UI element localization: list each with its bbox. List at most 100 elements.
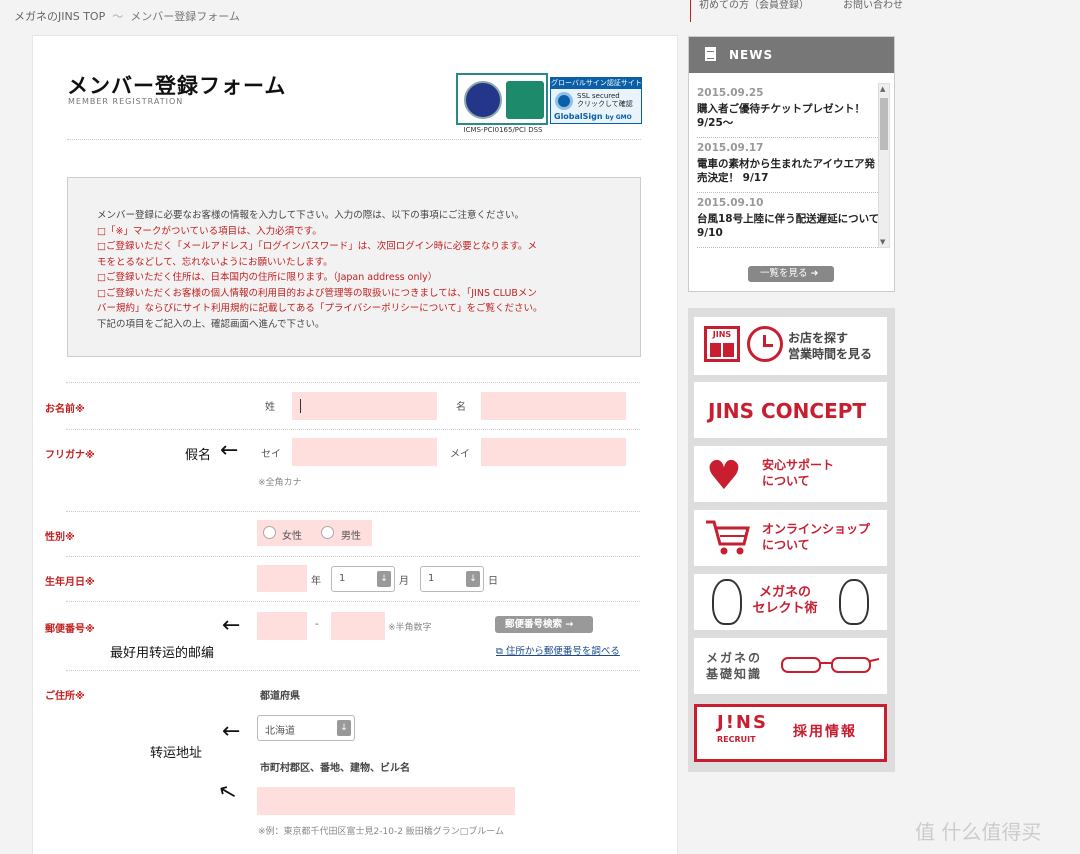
face-icon: [839, 579, 869, 625]
glasses-icon: [781, 657, 880, 673]
globalsign-text: SSL secured クリックして確認: [577, 92, 633, 108]
face-icon: [712, 579, 742, 625]
zip-note: ※半角数字: [388, 623, 432, 633]
sei-kana-label: セイ: [261, 449, 281, 460]
divider: [66, 556, 640, 557]
news-item[interactable]: 2015.09.10 台風18号上陸に伴う配送遅延について 9/10: [697, 193, 882, 248]
arrow-right-circle-icon: ➜: [810, 268, 819, 279]
zip-second-input[interactable]: [331, 612, 385, 640]
news-date: 2015.09.25: [697, 87, 764, 99]
kana-note: ※全角カナ: [258, 478, 302, 488]
kana-label: フリガナ※: [45, 450, 95, 461]
notice-line: □ご登録いただく「メールアドレス」「ログインパスワード」は、次回ログイン時に必要…: [97, 241, 537, 252]
globalsign-band: グローバルサイン認証サイト: [551, 78, 641, 89]
birthdate-label: 生年月日※: [45, 577, 95, 588]
page-subtitle: MEMBER REGISTRATION: [68, 97, 184, 106]
zip-first-input[interactable]: [257, 612, 307, 640]
male-radio[interactable]: [321, 526, 334, 539]
page-title: メンバー登録フォーム: [67, 74, 287, 98]
address-example: ※例：東京都千代田区富士見2-10-2 飯田橋グラン□ブルーム: [258, 827, 505, 837]
prefecture-select[interactable]: 北海道 ↓: [257, 715, 355, 741]
banner-column: JINS お店を探す 営業時間を見る JINS CONCEPT ♥ 安心サポートに…: [688, 308, 895, 772]
news-text: 台風18号上陸に伴う配送遅延について 9/10: [697, 213, 880, 239]
chevron-down-icon: ↓: [466, 571, 480, 587]
last-name-input[interactable]: [292, 392, 437, 420]
recruit-banner[interactable]: J!NS RECRUIT 採用情報: [694, 704, 887, 762]
globalsign-eye-icon: [555, 92, 573, 110]
news-date: 2015.09.10: [697, 197, 764, 209]
online-shop-text: オンラインショップ について: [762, 522, 871, 552]
first-time-link[interactable]: 初めての方（会員登録）: [699, 0, 809, 11]
month-label: 月: [399, 576, 409, 587]
select-tips-banner[interactable]: メガネの セレクト術: [694, 574, 887, 630]
jins-logo-icon: JINS: [704, 326, 740, 362]
day-label: 日: [488, 576, 498, 587]
jins-concept-banner[interactable]: JINS CONCEPT: [694, 382, 887, 438]
scroll-thumb[interactable]: [880, 98, 888, 150]
online-shop-banner[interactable]: オンラインショップ について: [694, 510, 887, 566]
birth-day-select[interactable]: 1 ↓: [420, 566, 484, 592]
divider: [66, 382, 640, 383]
store-finder-banner[interactable]: JINS お店を探す 営業時間を見る: [694, 317, 887, 375]
notice-line: □「※」マークがついている項目は、入力必須です。: [97, 225, 322, 237]
breadcrumb: メガネのJINS TOP 〜メンバー登録フォーム: [14, 8, 240, 24]
notice-line: □ご登録いただくお客様の個人情報の利用目的および管理等の取扱いにつきましては、「…: [97, 287, 537, 299]
sei-label: 姓: [265, 402, 275, 413]
scroll-down-icon[interactable]: ▼: [880, 238, 885, 246]
notice-line: バー規約」ならびにサイト利用規約に記載してある「プライバシーポリシーについて」を…: [97, 303, 543, 314]
support-banner[interactable]: ♥ 安心サポート について: [694, 446, 887, 502]
year-label: 年: [311, 576, 321, 587]
heart-icon: ♥: [706, 453, 742, 499]
birth-year-input[interactable]: [257, 565, 307, 592]
basics-banner[interactable]: メガネの 基礎知識: [694, 638, 887, 694]
news-scrollbar[interactable]: ▲ ▼: [878, 83, 890, 248]
globalsign-seal[interactable]: グローバルサイン認証サイト SSL secured クリックして確認 Global…: [550, 77, 642, 124]
birth-month-select[interactable]: 1 ↓: [331, 566, 395, 592]
last-name-kana-input[interactable]: [292, 438, 437, 466]
breadcrumb-home-link[interactable]: メガネのJINS TOP: [14, 10, 105, 23]
zip-dash: -: [315, 619, 319, 630]
divider: [66, 511, 640, 512]
contact-link[interactable]: お問い合わせ: [843, 0, 903, 11]
breadcrumb-separator: 〜: [112, 10, 124, 23]
news-list: 2015.09.25 購入者ご優待チケットプレゼント！ 9/25〜 2015.0…: [697, 83, 882, 248]
cart-icon: [706, 520, 750, 555]
first-name-kana-input[interactable]: [481, 438, 626, 466]
annotation-arrow-icon: ←: [222, 719, 241, 744]
icms-pci-seal[interactable]: [456, 73, 548, 125]
gender-radio-group: 女性 男性: [257, 520, 372, 546]
notice-line: モをとるなどして、忘れないようにお願いいたします。: [97, 256, 333, 268]
address-input[interactable]: [257, 787, 515, 815]
seal-caption: ICMS-PCI0165/PCI DSS: [463, 126, 543, 134]
jins-concept-text: JINS CONCEPT: [708, 399, 867, 423]
annotation-address: 转运地址: [150, 746, 203, 761]
news-item[interactable]: 2015.09.17 電車の素材から生まれたアイウエア発売決定！ 9/17: [697, 138, 882, 193]
first-name-input[interactable]: [481, 392, 626, 420]
annotation-arrow-icon: ←: [222, 613, 241, 638]
icms-logo-icon: [464, 81, 502, 119]
female-radio[interactable]: [263, 526, 276, 539]
annotation-arrow-icon: ←: [220, 438, 239, 463]
news-item[interactable]: 2015.09.25 購入者ご優待チケットプレゼント！ 9/25〜: [697, 83, 882, 138]
divider: [66, 601, 640, 602]
chevron-down-icon: ↓: [337, 720, 351, 736]
zip-lookup-link[interactable]: ⧉ 住所から郵便番号を調べる: [496, 643, 620, 657]
news-text: 購入者ご優待チケットプレゼント！ 9/25〜: [697, 103, 865, 129]
divider: [66, 429, 640, 430]
news-more-button[interactable]: 一覧を見る ➜: [748, 266, 834, 282]
annotation-zip: 最好用转运的邮编: [110, 646, 215, 661]
globalsign-brand: GlobalSign by GMO: [554, 112, 632, 121]
zip-search-button[interactable]: 郵便番号検索 →: [495, 616, 593, 633]
zip-label: 郵便番号※: [45, 624, 95, 635]
scroll-up-icon[interactable]: ▲: [880, 85, 885, 93]
mei-label: 名: [456, 402, 466, 413]
news-title: NEWS: [729, 48, 774, 62]
recruit-text: 採用情報: [793, 724, 857, 740]
notice-line: 下記の項目をご記入の上、確認画面へ進んで下さい。: [97, 318, 325, 330]
watermark: 值 什么值得买: [915, 820, 1042, 844]
notice-line: メンバー登録に必要なお客様の情報を入力して下さい。入力の際は、以下の事項にご注意…: [97, 210, 525, 221]
gender-label: 性別※: [45, 532, 75, 543]
recruit-logo: J!NS: [717, 712, 768, 733]
notice-line: □ご登録いただく住所は、日本国内の住所に限ります。（Japan address …: [97, 272, 438, 283]
news-date: 2015.09.17: [697, 142, 764, 154]
